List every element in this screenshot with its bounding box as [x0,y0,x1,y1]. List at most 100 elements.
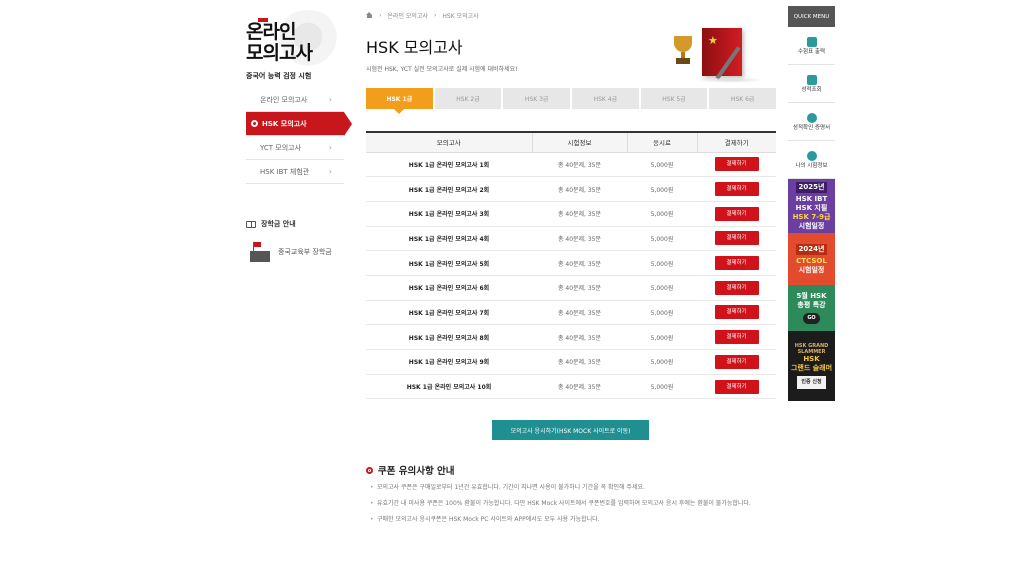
pay-button[interactable]: 결제하기 [714,182,759,197]
logo-title-line2: 모의고사 [246,42,313,64]
banner-2024-ctcsol[interactable]: 2024년 CTCSOL 시험일정 [788,233,835,285]
banner-line: 그랜드 슬래머 [790,364,833,372]
exam-info: 총 40문제, 35분 [532,300,627,326]
chevron-right-icon: › [328,95,332,104]
tab-hsk-2[interactable]: HSK 2급 [434,88,502,109]
notice-list: 모의고사 쿠폰은 구매일로부터 1년간 유효합니다. 기간이 지나면 사용이 불… [370,483,770,531]
breadcrumb-separator: › [379,11,382,19]
quick-item-label: 수험표 출력 [797,48,826,55]
pay-cell: 결제하기 [697,226,776,252]
exam-name: HSK 1급 온라인 모의고사 2회 [366,176,532,202]
logo-subtitle: 중국어 능력 검정 시험 [246,72,312,80]
table-row: HSK 1급 온라인 모의고사 4회 총 40문제, 35분 5,000원 결제하기 [366,226,776,252]
breadcrumb-separator: › [433,11,437,19]
trophy-icon [672,36,694,64]
scholarship-heading-text: 장학금 안내 [261,220,296,228]
site-logo[interactable]: 온라인 모의고사 중국어 능력 검정 시험 [246,10,344,80]
quick-item-my-info[interactable]: 나의 시험정보 [788,141,835,179]
quick-menu: QUICK MENU 수험표 출력 성적조회 성적확인 증명서 나의 시험정보 … [788,6,835,401]
sidebar-menu: 온라인 모의고사 › HSK 모의고사 YCT 모의고사 › HSK IBT 체… [246,88,352,184]
pay-button[interactable]: 결제하기 [714,157,759,172]
pay-button[interactable]: 결제하기 [714,206,759,221]
quick-item-admission-ticket[interactable]: 수험표 출력 [788,27,835,65]
table-row: HSK 1급 온라인 모의고사 8회 총 40문제, 35분 5,000원 결제하기 [366,324,776,350]
notice-heading: 쿠폰 유의사항 안내 [366,463,455,477]
pay-button[interactable]: 결제하기 [714,256,759,271]
sidebar-item-label: YCT 모의고사 [260,143,302,152]
exam-info: 총 40문제, 35분 [532,226,627,252]
sidebar-item-hsk-mock[interactable]: HSK 모의고사 [246,112,352,136]
notice-heading-text: 쿠폰 유의사항 안내 [378,466,455,477]
exam-name: HSK 1급 온라인 모의고사 7회 [366,300,532,326]
tab-hsk-4[interactable]: HSK 4급 [572,88,639,109]
certification-apply-button[interactable]: 인증 신청 [797,376,826,389]
breadcrumb-item[interactable]: 온라인 모의고사 [387,11,428,20]
scholarship-link[interactable]: 중국교육부 장학금 [250,242,332,262]
left-sidebar: 온라인 모의고사 중국어 능력 검정 시험 온라인 모의고사 › HSK 모의고… [246,10,352,262]
exam-name: HSK 1급 온라인 모의고사 6회 [366,275,532,301]
sidebar-item-online-mock[interactable]: 온라인 모의고사 › [246,88,344,112]
banner-grand-slammer[interactable]: HSK GRAND SLAMMER HSK 그랜드 슬래머 인증 신청 [788,331,835,401]
pay-cell: 결제하기 [697,349,776,375]
pay-cell: 결제하기 [697,250,776,276]
exam-name: HSK 1급 온라인 모의고사 4회 [366,226,532,252]
sidebar-item-hsk-ibt[interactable]: HSK IBT 체험관 › [246,160,344,184]
chevron-right-icon: › [328,143,332,152]
level-tabs: HSK 1급 HSK 2급 HSK 3급 HSK 4급 HSK 5급 HSK 6… [366,88,777,114]
pay-button[interactable]: 결제하기 [714,379,759,394]
exam-fee: 5,000원 [627,349,697,375]
pay-cell: 결제하기 [697,275,776,301]
table-row: HSK 1급 온라인 모의고사 9회 총 40문제, 35분 5,000원 결제하기 [366,349,776,375]
home-icon[interactable] [366,12,373,18]
quick-item-certificate[interactable]: 성적확인 증명서 [788,103,835,141]
exam-info: 총 40문제, 35분 [532,324,627,350]
exam-fee: 5,000원 [627,300,697,326]
sidebar-item-yct-mock[interactable]: YCT 모의고사 › [246,136,344,160]
pay-button[interactable]: 결제하기 [714,231,759,246]
building-icon [250,242,270,262]
banner-may-lecture[interactable]: 5월 HSK 총평 특강 GO [788,285,835,331]
exam-fee: 5,000원 [627,152,697,178]
tab-hsk-5[interactable]: HSK 5급 [640,88,708,109]
notice-item: 구매한 모의고사 응시쿠폰은 HSK Mock PC 사이트와 APP에서도 모… [370,515,770,525]
table-row: HSK 1급 온라인 모의고사 2회 총 40문제, 35분 5,000원 결제하기 [366,176,776,202]
quick-item-score-lookup[interactable]: 성적조회 [788,65,835,103]
score-icon [806,74,817,85]
table-header-row: 모의고사 시험정보 응시료 결제하기 [366,131,776,153]
logo-title: 온라인 모의고사 [246,22,313,64]
pay-cell: 결제하기 [697,324,776,350]
active-dot-icon [251,120,258,127]
table-row: HSK 1급 온라인 모의고사 7회 총 40문제, 35분 5,000원 결제하기 [366,300,776,326]
sidebar-item-label: 온라인 모의고사 [260,95,308,104]
mock-test-button[interactable]: 모의고사 응시하기(HSK MOCK 사이트로 이동) [492,420,649,440]
pay-button[interactable]: 결제하기 [714,305,759,320]
table-row: HSK 1급 온라인 모의고사 6회 총 40문제, 35분 5,000원 결제하기 [366,275,776,301]
banner-2025-schedule[interactable]: 2025년 HSK IBT HSK 지필 HSK 7-9급 시험일정 [788,179,835,233]
exam-table: 모의고사 시험정보 응시료 결제하기 HSK 1급 온라인 모의고사 1회 총 4… [366,131,776,400]
breadcrumb-item[interactable]: HSK 모의고사 [442,11,478,20]
pay-button[interactable]: 결제하기 [714,354,759,369]
tab-hsk-3[interactable]: HSK 3급 [503,88,571,109]
exam-fee: 5,000원 [627,374,697,400]
quick-menu-title: QUICK MENU [788,6,835,27]
pay-button[interactable]: 결제하기 [714,280,759,295]
pay-button[interactable]: 결제하기 [714,330,759,345]
table-row: HSK 1급 온라인 모의고사 10회 총 40문제, 35분 5,000원 결제하기 [366,374,776,400]
ticket-icon [806,36,817,47]
tab-hsk-1[interactable]: HSK 1급 [366,88,433,114]
pay-cell: 결제하기 [697,374,776,400]
exam-fee: 5,000원 [627,176,697,202]
exam-name: HSK 1급 온라인 모의고사 8회 [366,324,532,350]
tab-hsk-6[interactable]: HSK 6급 [709,88,777,109]
banner-line: CTCSOL [796,256,827,265]
pay-cell: 결제하기 [697,300,776,326]
banner-line: 총평 특강 [797,301,826,309]
notice-item: 유효기간 내 미사용 쿠폰은 100% 환불이 가능합니다. 다만 HSK Mo… [370,499,770,509]
quick-item-label: 성적확인 증명서 [792,124,831,131]
notice-icon [366,466,373,474]
table-row: HSK 1급 온라인 모의고사 1회 총 40문제, 35분 5,000원 결제하기 [366,152,776,178]
column-header: 모의고사 [366,131,532,153]
exam-name: HSK 1급 온라인 모의고사 9회 [366,349,532,375]
notice-item: 모의고사 쿠폰은 구매일로부터 1년간 유효합니다. 기간이 지나면 사용이 불… [370,483,770,493]
column-header: 응시료 [626,131,697,153]
